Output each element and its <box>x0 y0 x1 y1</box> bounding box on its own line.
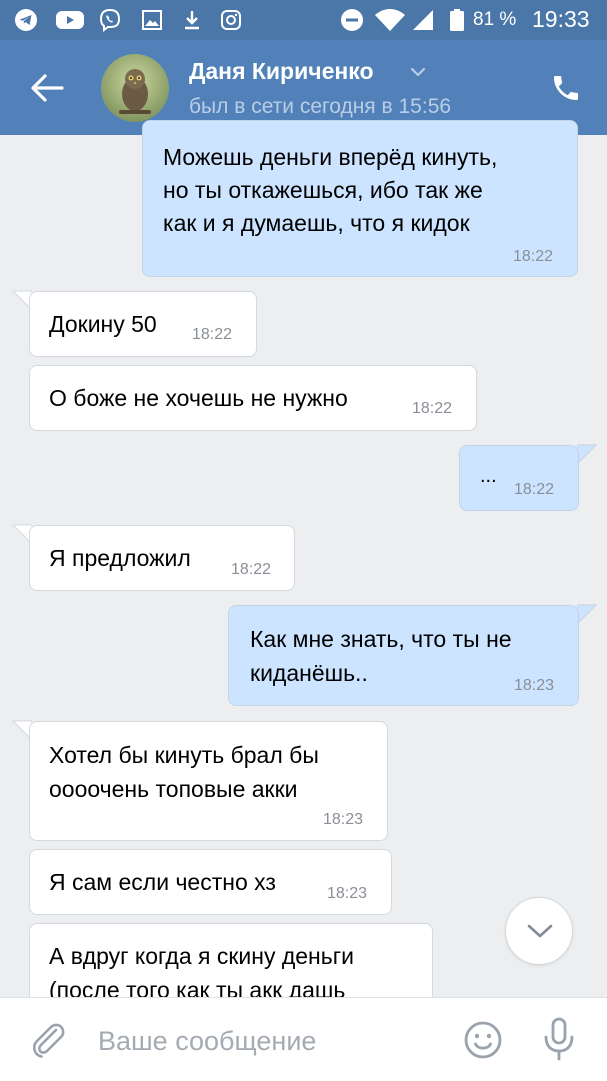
last-seen-status: был в сети сегодня в 15:56 <box>189 95 452 118</box>
message-text: Я сам если честно хз <box>49 869 276 895</box>
do-not-disturb-icon <box>341 9 363 31</box>
telegram-icon <box>15 9 37 31</box>
message-time: 18:22 <box>514 481 555 498</box>
paperclip-icon[interactable] <box>30 1020 68 1060</box>
chevron-down-icon <box>527 924 553 938</box>
status-bar: 81 % 19:33 <box>0 0 607 40</box>
scroll-to-bottom-button[interactable] <box>505 897 573 965</box>
message-bubble-incoming[interactable]: Я предложил 18:22 <box>29 525 295 591</box>
chevron-down-icon[interactable] <box>410 66 426 78</box>
youtube-icon <box>56 11 84 29</box>
message-text: Как мне знать, что ты не <box>250 626 512 652</box>
message-bubble-incoming[interactable]: О боже не хочешь не нужно 18:22 <box>29 365 477 431</box>
message-bubble-outgoing[interactable]: Можешь деньги вперёд кинуть, но ты откаж… <box>142 120 578 277</box>
message-text: как и я думаешь, что я кидок <box>163 210 470 236</box>
message-text: Можешь деньги вперёд кинуть, <box>163 144 498 170</box>
owl-photo <box>119 69 151 114</box>
emoji-icon[interactable] <box>463 1020 503 1060</box>
message-bubble-incoming[interactable]: Хотел бы кинуть брал бы оооочень топовые… <box>29 721 388 841</box>
message-text: Докину 50 <box>49 311 157 337</box>
message-bubble-outgoing[interactable]: ... 18:22 <box>459 445 579 511</box>
battery-percentage: 81 % <box>473 9 517 30</box>
message-input[interactable] <box>96 1020 440 1062</box>
message-text: киданёшь.. <box>250 660 368 686</box>
message-time: 18:22 <box>231 561 272 578</box>
message-time: 18:22 <box>513 248 554 265</box>
message-time: 18:23 <box>323 811 364 828</box>
wifi-icon <box>375 9 405 31</box>
bubble-tail <box>577 604 597 624</box>
image-icon <box>142 10 162 30</box>
message-text: А вдруг когда я скину деньги <box>49 943 354 969</box>
download-icon <box>185 11 199 30</box>
contact-name[interactable]: Даня Кириченко <box>189 58 374 85</box>
message-time: 18:22 <box>412 400 453 417</box>
clock: 19:33 <box>532 6 590 32</box>
message-text: но ты откажешься, ибо так же <box>163 177 483 203</box>
message-time: 18:23 <box>514 677 555 694</box>
message-composer <box>0 997 607 1081</box>
phone-icon[interactable] <box>550 72 582 104</box>
message-text: О боже не хочешь не нужно <box>49 385 348 411</box>
message-time: 18:23 <box>327 885 368 902</box>
signal-icon <box>413 10 433 30</box>
message-bubble-incoming[interactable]: Докину 50 18:22 <box>29 291 257 357</box>
message-text: Я предложил <box>49 545 191 571</box>
message-bubble-incoming[interactable]: Я сам если честно хз 18:23 <box>29 849 392 915</box>
message-time: 18:22 <box>192 326 233 343</box>
instagram-icon <box>221 10 241 30</box>
viber-icon <box>99 8 121 32</box>
message-text: Хотел бы кинуть брал бы <box>49 742 319 768</box>
back-arrow-icon[interactable] <box>30 73 64 103</box>
microphone-icon[interactable] <box>541 1016 577 1062</box>
battery-icon <box>450 9 464 31</box>
avatar[interactable] <box>101 54 169 122</box>
message-text: ... <box>480 465 497 487</box>
message-text: оооочень топовые акки <box>49 776 298 802</box>
message-bubble-outgoing[interactable]: Как мне знать, что ты не киданёшь.. 18:2… <box>228 605 579 706</box>
bubble-tail <box>577 444 597 464</box>
